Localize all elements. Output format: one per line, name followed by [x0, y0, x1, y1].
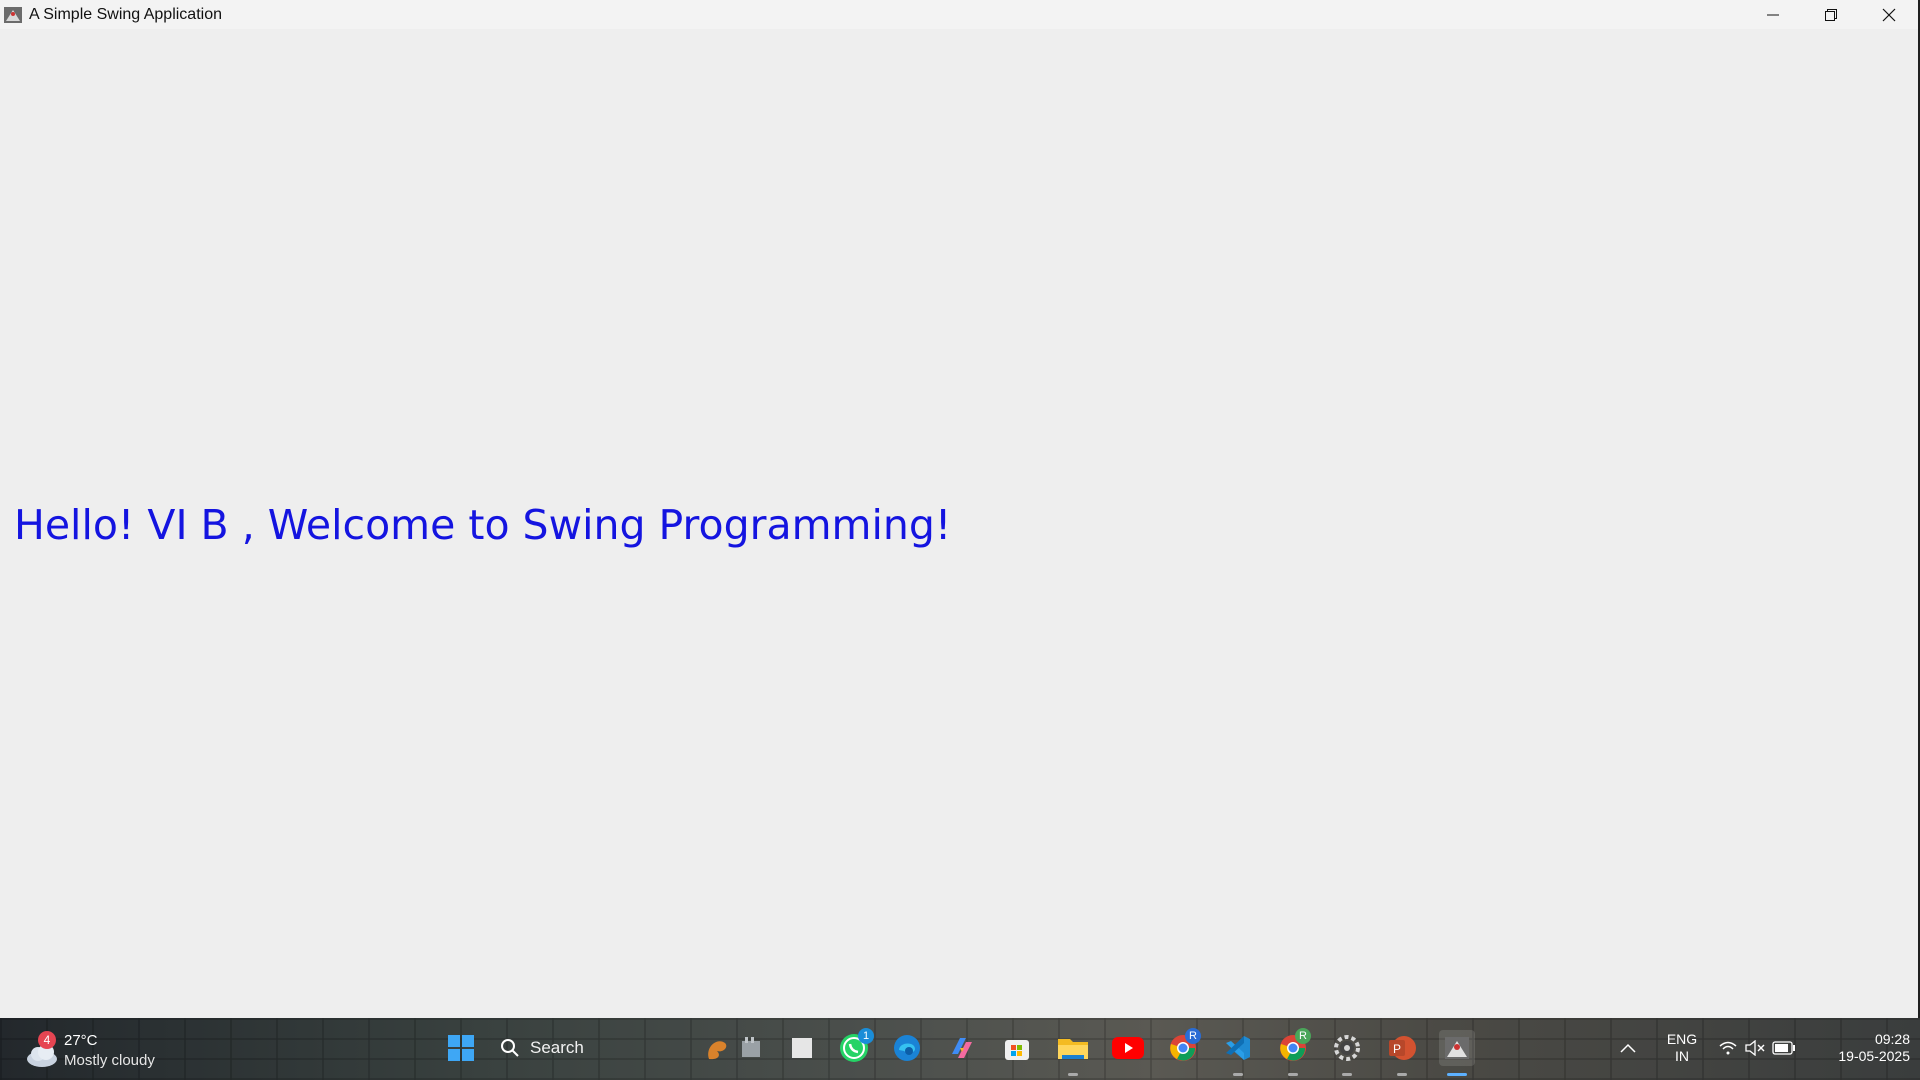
close-icon: [1882, 8, 1896, 21]
restore-button[interactable]: [1802, 0, 1860, 29]
file-explorer-icon[interactable]: [1055, 1030, 1091, 1066]
copilot-icon[interactable]: [944, 1030, 980, 1066]
running-indicator: [1397, 1073, 1407, 1076]
edge-icon[interactable]: [889, 1030, 925, 1066]
language-indicator[interactable]: ENG IN: [1662, 1031, 1702, 1065]
chrome-profile-badge: R: [1185, 1028, 1201, 1044]
active-indicator: [1447, 1073, 1467, 1076]
chrome-profile-icon[interactable]: R: [1275, 1028, 1311, 1066]
search-icon: [501, 1039, 519, 1057]
widgets-app-icon[interactable]: [733, 1030, 769, 1066]
title-bar[interactable]: A Simple Swing Application: [0, 0, 1918, 29]
whatsapp-badge: 1: [858, 1028, 874, 1044]
whatsapp-icon[interactable]: 1: [836, 1028, 874, 1066]
minimize-button[interactable]: [1744, 0, 1802, 29]
running-indicator: [1342, 1073, 1352, 1076]
close-button[interactable]: [1860, 0, 1918, 29]
weather-temperature: 27°C: [64, 1032, 98, 1049]
weather-badge: 4: [38, 1031, 56, 1049]
app-window: A Simple Swing Application Hello! VI B ,…: [0, 0, 1920, 1018]
running-indicator: [1233, 1073, 1243, 1076]
vscode-icon[interactable]: [1220, 1030, 1256, 1066]
window-title: A Simple Swing Application: [29, 5, 222, 23]
system-clock[interactable]: 09:28 19-05-2025: [1810, 1031, 1910, 1065]
chrome-icon[interactable]: R: [1165, 1028, 1201, 1066]
windows-start-icon[interactable]: [443, 1030, 479, 1066]
search-label: Search: [530, 1038, 584, 1057]
chrome2-profile-badge: R: [1295, 1028, 1311, 1044]
squirrel-app-icon[interactable]: [700, 1030, 736, 1066]
minimize-icon: [1767, 14, 1779, 15]
store-icon[interactable]: [999, 1030, 1035, 1066]
powerpoint-icon[interactable]: P: [1384, 1030, 1420, 1066]
clock-time: 09:28: [1874, 1031, 1910, 1047]
running-indicator: [1068, 1073, 1078, 1076]
content-pane: Hello! VI B , Welcome to Swing Programmi…: [0, 29, 1918, 1018]
battery-icon[interactable]: [1770, 1030, 1798, 1066]
search-box[interactable]: Search: [500, 1029, 660, 1067]
settings-gear-icon[interactable]: [1329, 1030, 1365, 1066]
youtube-icon[interactable]: [1110, 1030, 1146, 1066]
welcome-label: Hello! VI B , Welcome to Swing Programmi…: [14, 501, 952, 549]
weather-condition: Mostly cloudy: [64, 1052, 155, 1069]
weather-widget[interactable]: 4 27°C Mostly cloudy: [24, 1025, 174, 1073]
chevron-up-icon[interactable]: [1614, 1030, 1642, 1066]
clock-date: 19-05-2025: [1838, 1048, 1910, 1064]
volume-muted-icon[interactable]: [1742, 1030, 1768, 1066]
lang-secondary: IN: [1675, 1048, 1689, 1064]
taskbar: 4 27°C Mostly cloudy Search 1 R R P ENG …: [0, 1018, 1920, 1080]
java-app-icon[interactable]: [3, 5, 23, 25]
svg-text:P: P: [1393, 1042, 1401, 1056]
window-controls: [1744, 0, 1918, 29]
java-app-icon[interactable]: [1439, 1030, 1475, 1066]
lang-primary: ENG: [1666, 1031, 1698, 1047]
file-app-icon[interactable]: [784, 1030, 820, 1066]
running-indicator: [1288, 1073, 1298, 1076]
restore-icon: [1825, 8, 1837, 21]
wifi-icon[interactable]: [1716, 1030, 1740, 1066]
